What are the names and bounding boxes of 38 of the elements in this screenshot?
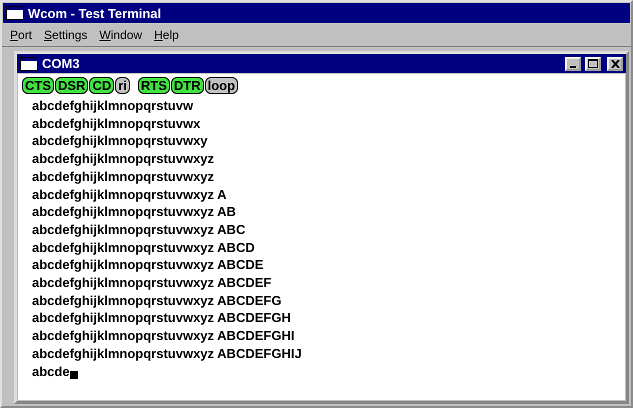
terminal-line: abcdefghijklmnopqrstuvwxyz ABCD xyxy=(32,238,256,256)
menu-item[interactable]: Window xyxy=(95,28,146,42)
terminal-title: COM3 xyxy=(42,56,80,71)
terminal-line: abcdefghijklmnopqrstuvwxyz ABCDEFG xyxy=(32,292,282,310)
terminal-line: abcdefghijklmnopqrstuvwxyz AB xyxy=(32,203,237,221)
terminal-line: abcdefghijklmnopqrstuvwxyz ABCDEFGHI xyxy=(32,327,296,345)
signal-indicator: ri xyxy=(115,77,130,94)
terminal-line: abcdefghijklmnopqrstuvwxyz xyxy=(32,168,216,186)
minimize-icon xyxy=(570,66,576,68)
window-title: Wcom - Test Terminal xyxy=(28,6,162,20)
cursor-icon xyxy=(70,371,78,380)
maximize-button[interactable] xyxy=(585,56,601,70)
window-icon xyxy=(20,56,38,70)
signal-indicator: CD xyxy=(89,77,114,94)
menu-item[interactable]: Settings xyxy=(40,28,92,42)
terminal-input-line: abcde xyxy=(32,362,70,380)
maximize-icon xyxy=(588,59,598,68)
terminal-line: abcdefghijklmnopqrstuvwxyz ABCDEFGH xyxy=(32,309,292,328)
signal-indicator: DTR xyxy=(170,77,204,94)
menu-item[interactable]: Help xyxy=(150,28,183,42)
signal-indicator: CTS xyxy=(22,77,54,94)
terminal-line: abcdefghijklmnopqrstuvwxyz ABCDEFGHIJ xyxy=(32,344,303,363)
signal-indicator: RTS xyxy=(138,77,170,94)
terminal-line: abcdefghijklmnopqrstuvwxyz ABC xyxy=(32,220,246,239)
terminal-line: abcdefghijklmnopqrstuvwxyz ABCDE xyxy=(32,256,264,274)
signal-indicator: DSR xyxy=(55,77,88,94)
menu-item[interactable]: Port xyxy=(6,28,36,42)
terminal-line: abcdefghijklmnopqrstuvwxyz A xyxy=(32,186,228,204)
terminal-line: abcdefghijklmnopqrstuvwxy xyxy=(32,132,209,150)
window-icon xyxy=(6,6,24,20)
terminal-line: abcdefghijklmnopqrstuvw xyxy=(32,97,194,115)
terminal-line: abcdefghijklmnopqrstuvwxyz ABCDEF xyxy=(32,274,272,292)
signal-indicator: loop xyxy=(204,77,238,94)
terminal-line: abcdefghijklmnopqrstuvwx xyxy=(32,114,202,132)
terminal-line: abcdefghijklmnopqrstuvwxyz xyxy=(32,150,216,168)
minimize-button[interactable] xyxy=(565,56,581,70)
close-button[interactable] xyxy=(607,56,623,70)
close-icon xyxy=(610,60,620,68)
